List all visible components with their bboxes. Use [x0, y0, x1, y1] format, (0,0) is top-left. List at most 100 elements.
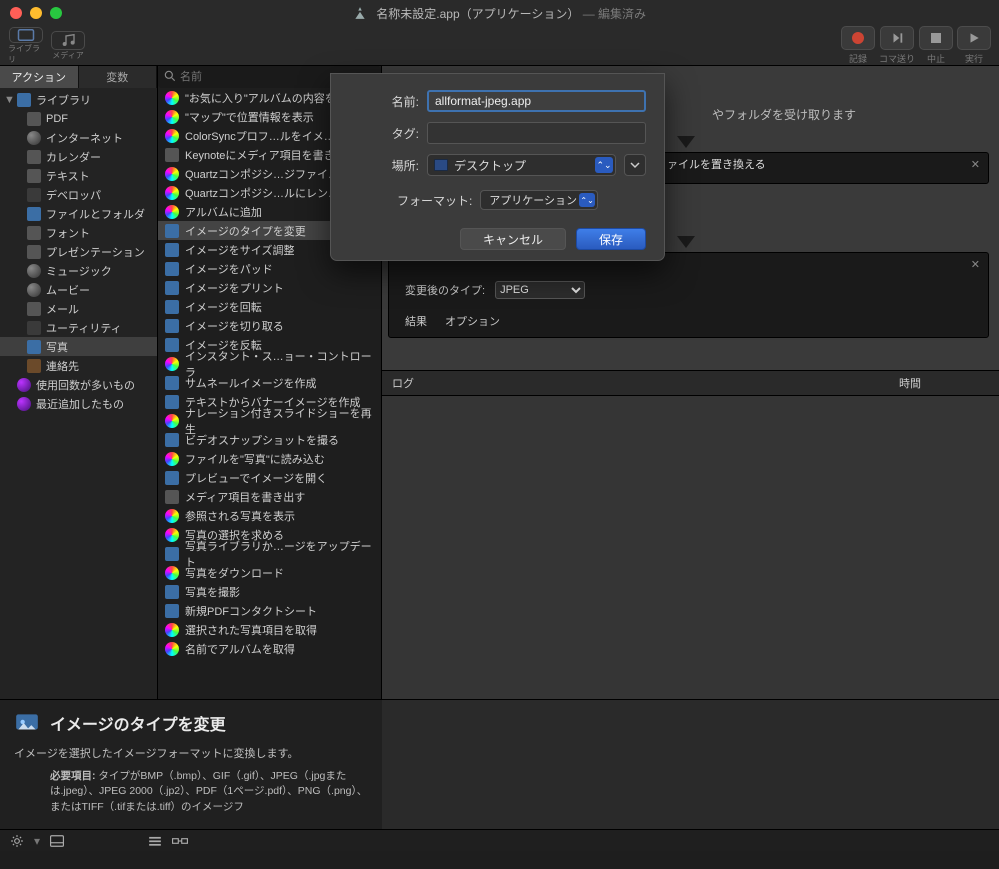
tab-variables[interactable]: 変数 [79, 66, 158, 88]
action-icon [164, 356, 180, 372]
log-column-time[interactable]: 時間 [899, 375, 989, 391]
stop-icon [919, 26, 953, 50]
image-type-select[interactable]: JPEG [495, 281, 585, 299]
close-icon[interactable]: ✕ [971, 158, 980, 171]
type-label: 変更後のタイプ: [405, 282, 485, 298]
library-item[interactable]: 連絡先 [0, 356, 157, 375]
disclosure-icon: ▼ [4, 94, 12, 106]
action-item[interactable]: ファイルを"写真"に読み込む [158, 449, 381, 468]
action-icon [164, 318, 180, 334]
workflow-step-change-image-type[interactable]: ✕ 変更後のタイプ: JPEG 結果 オプション [388, 252, 989, 338]
record-icon [841, 26, 875, 50]
save-tag-input[interactable] [427, 122, 646, 144]
library-item[interactable]: プレゼンテーション [0, 242, 157, 261]
music-icon [51, 31, 85, 50]
library-item[interactable]: ファイルとフォルダ [0, 204, 157, 223]
action-icon [164, 147, 180, 163]
action-description-title: イメージのタイプを変更 [14, 710, 368, 736]
expand-sheet-button[interactable] [624, 154, 646, 176]
library-root[interactable]: ▼ライブラリ [0, 90, 157, 109]
tag-label: タグ: [349, 125, 419, 142]
step-btn[interactable]: コマ送り [879, 26, 915, 65]
chevron-updown-icon: ⌃⌄ [579, 193, 595, 207]
action-item[interactable]: ナレーション付きスライドショーを再生 [158, 411, 381, 430]
action-item[interactable]: プレビューでイメージを開く [158, 468, 381, 487]
action-item[interactable]: 写真を撮影 [158, 582, 381, 601]
library-item[interactable]: フォント [0, 223, 157, 242]
connector-icon [677, 136, 695, 148]
action-icon [164, 280, 180, 296]
action-description-summary: イメージを選択したイメージフォーマットに変換します。 [14, 746, 368, 763]
options-tab[interactable]: オプション [445, 313, 500, 329]
action-item[interactable]: 名前でアルバムを取得 [158, 639, 381, 658]
save-location-select[interactable]: デスクトップ ⌃⌄ [427, 154, 616, 176]
list-view-icon[interactable] [148, 835, 162, 847]
library-item[interactable]: インターネット [0, 128, 157, 147]
save-format-select[interactable]: アプリケーション ⌃⌄ [480, 190, 598, 210]
action-icon [164, 546, 180, 562]
action-item[interactable]: 参照される写真を表示 [158, 506, 381, 525]
action-icon [164, 223, 180, 239]
record-btn[interactable]: 記録 [841, 26, 875, 65]
save-button[interactable]: 保存 [576, 228, 646, 250]
action-item[interactable]: イメージを切り取る [158, 316, 381, 335]
chevron-down-icon[interactable]: ▾ [34, 834, 40, 848]
action-icon [164, 584, 180, 600]
library-item[interactable]: テキスト [0, 166, 157, 185]
action-icon [164, 432, 180, 448]
save-name-input[interactable] [427, 90, 646, 112]
log-header: ログ 時間 [382, 370, 999, 396]
action-icon [164, 622, 180, 638]
action-item[interactable]: イメージをプリント [158, 278, 381, 297]
library-item[interactable]: ミュージック [0, 261, 157, 280]
media-mode[interactable]: メディア [50, 31, 86, 61]
flow-view-icon[interactable] [172, 835, 188, 847]
action-icon [164, 166, 180, 182]
action-icon [164, 641, 180, 657]
log-column-log[interactable]: ログ [392, 375, 899, 391]
library-item[interactable]: デベロッパ [0, 185, 157, 204]
workflow-receives-hint: やフォルダを受け取ります [712, 106, 856, 123]
library-item[interactable]: メール [0, 299, 157, 318]
search-icon [163, 69, 177, 83]
workflow-step-title: ァイルを置き換える [667, 156, 766, 172]
action-item[interactable]: 写真ライブラリか…ージをアップデート [158, 544, 381, 563]
library-smart-item[interactable]: 最近追加したもの [0, 394, 157, 413]
panel-toggle-icon[interactable] [50, 835, 64, 847]
library-mode[interactable]: ライブラリ [8, 31, 44, 61]
results-tab[interactable]: 結果 [405, 313, 427, 329]
name-label: 名前: [349, 93, 419, 110]
window-title-text: 名称未設定.app（アプリケーション） [376, 7, 579, 21]
action-icon [164, 394, 180, 410]
cancel-button[interactable]: キャンセル [460, 228, 566, 250]
tab-actions[interactable]: アクション [0, 66, 79, 88]
library-item[interactable]: ムービー [0, 280, 157, 299]
run-btn[interactable]: 実行 [957, 26, 991, 65]
action-item[interactable]: メディア項目を書き出す [158, 487, 381, 506]
action-icon [164, 508, 180, 524]
format-label: フォーマット: [397, 192, 472, 209]
action-item[interactable]: 選択された写真項目を取得 [158, 620, 381, 639]
stop-btn[interactable]: 中止 [919, 26, 953, 65]
library-item[interactable]: PDF [0, 109, 157, 128]
action-icon [164, 527, 180, 543]
action-item[interactable]: 新規PDFコンタクトシート [158, 601, 381, 620]
action-icon [164, 603, 180, 619]
action-icon [164, 413, 180, 429]
close-icon[interactable]: ✕ [971, 258, 980, 271]
desktop-icon [434, 159, 448, 171]
action-item[interactable]: イメージをパッド [158, 259, 381, 278]
action-item[interactable]: イメージを回転 [158, 297, 381, 316]
library-item[interactable]: 写真 [0, 337, 157, 356]
save-sheet: 名前: タグ: 場所: デスクトップ ⌃⌄ フォーマット: アプリケーション ⌃… [330, 73, 665, 261]
play-icon [957, 26, 991, 50]
action-icon [164, 489, 180, 505]
gear-icon[interactable] [10, 834, 24, 848]
library-item[interactable]: カレンダー [0, 147, 157, 166]
action-item[interactable]: インスタント・ス…ョー・コントローラ [158, 354, 381, 373]
action-icon [164, 261, 180, 277]
library-sidebar: アクション 変数 ▼ライブラリPDFインターネットカレンダーテキストデベロッパフ… [0, 66, 158, 699]
library-item[interactable]: ユーティリティ [0, 318, 157, 337]
library-smart-item[interactable]: 使用回数が多いもの [0, 375, 157, 394]
description-right-pane [382, 700, 999, 829]
